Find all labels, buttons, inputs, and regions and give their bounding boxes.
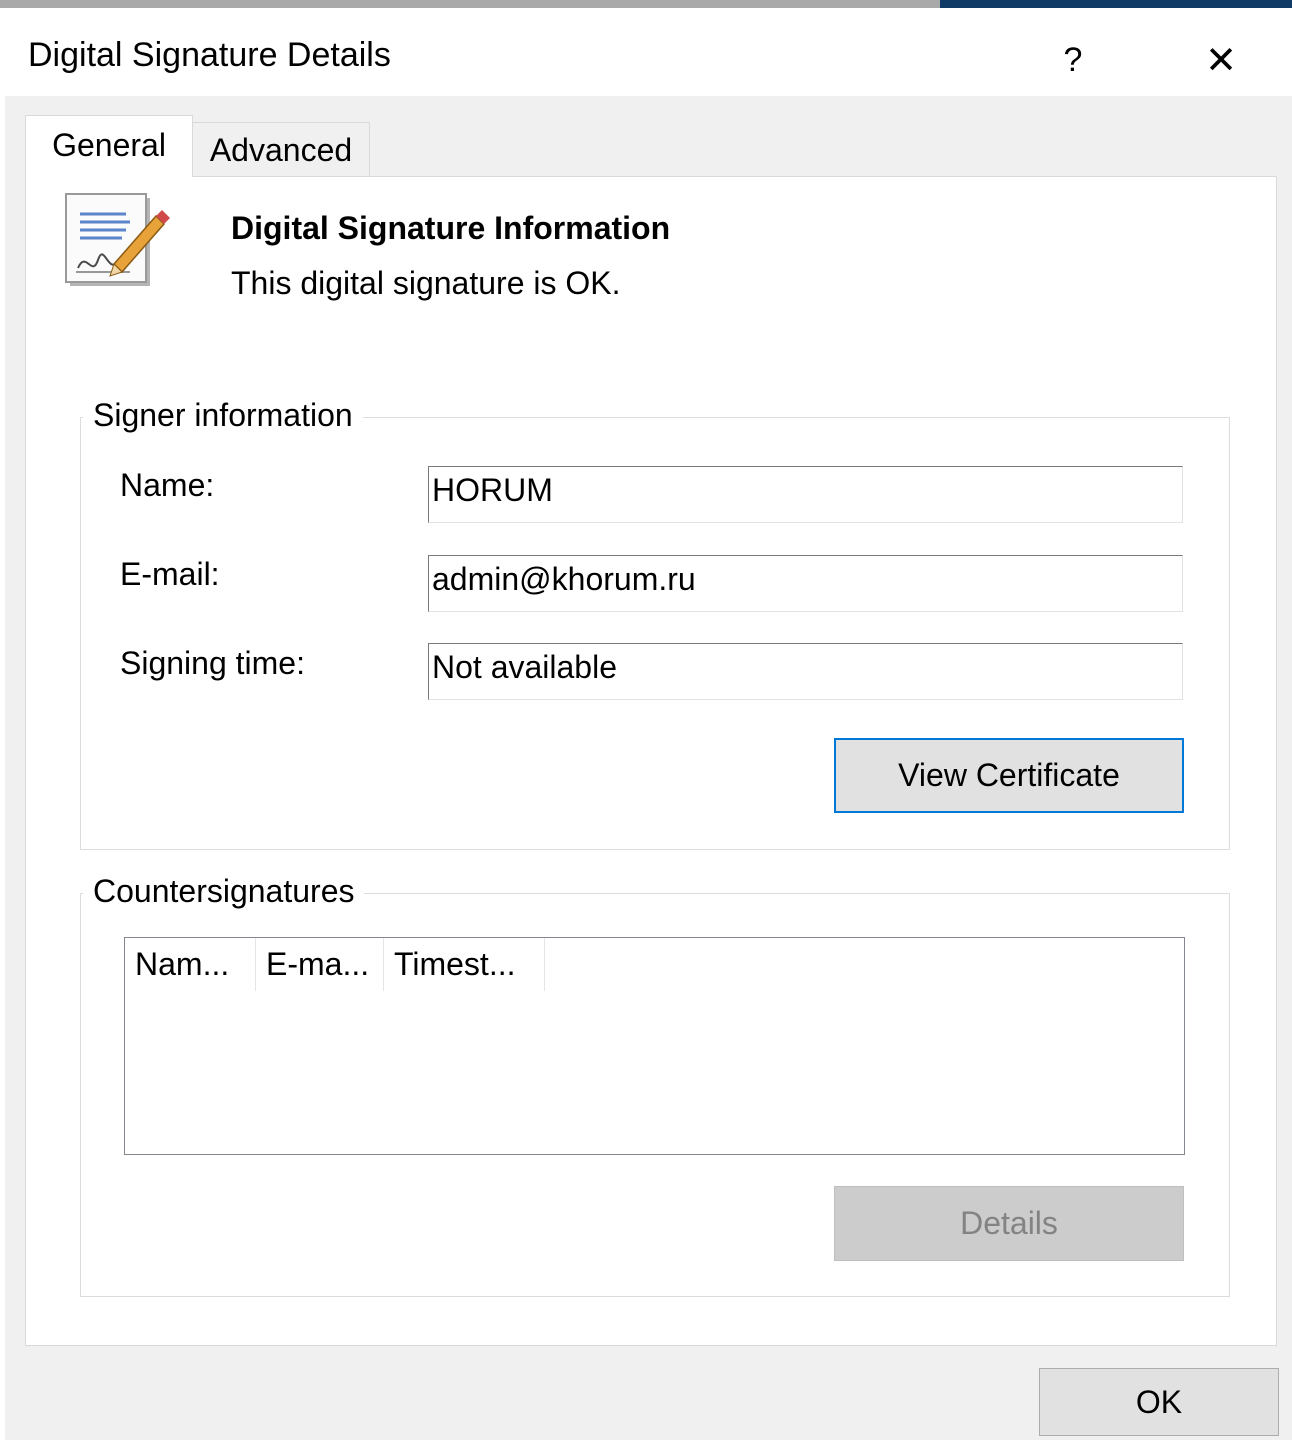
tab-advanced[interactable]: Advanced [192,122,370,177]
signature-document-icon [65,193,170,286]
countersignatures-list[interactable]: Nam... E-ma... Timest... [124,937,1185,1155]
details-button[interactable]: Details [834,1186,1184,1261]
name-label: Name: [120,467,215,503]
background-window-strip-accent [940,0,1292,8]
column-header-timestamp[interactable]: Timest... [384,938,545,991]
background-window-strip [0,0,940,8]
help-button[interactable]: ? [1038,30,1108,90]
signing-time-field[interactable]: Not available [428,643,1183,700]
column-header-email[interactable]: E-ma... [256,938,384,991]
window-title: Digital Signature Details [28,36,391,74]
tab-general[interactable]: General [25,115,193,177]
view-certificate-button[interactable]: View Certificate [834,738,1184,813]
ok-button[interactable]: OK [1039,1368,1279,1436]
signer-information-legend: Signer information [83,397,363,434]
countersignatures-legend: Countersignatures [83,873,365,910]
signing-time-label: Signing time: [120,645,305,681]
name-field[interactable]: HORUM [428,466,1183,523]
close-button[interactable]: ✕ [1186,30,1256,90]
info-title: Digital Signature Information [231,210,671,246]
email-label: E-mail: [120,556,220,592]
signature-status-text: This digital signature is OK. [231,265,621,301]
column-header-name[interactable]: Nam... [125,938,256,991]
title-bar: Digital Signature Details ? ✕ [0,8,1292,96]
email-field[interactable]: admin@khorum.ru [428,555,1183,612]
